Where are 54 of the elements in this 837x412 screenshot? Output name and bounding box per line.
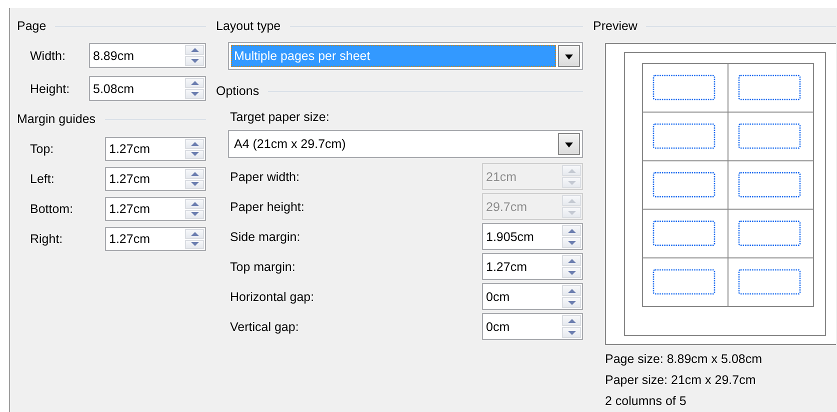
field-label: Vertical gap: xyxy=(229,320,299,334)
spin-down-button[interactable] xyxy=(562,297,581,308)
spin-down-button[interactable] xyxy=(185,56,204,66)
spin-down-button[interactable] xyxy=(185,150,204,159)
field-label: Paper height: xyxy=(229,200,304,214)
spin-up-button[interactable] xyxy=(185,78,204,88)
field-label: Side margin: xyxy=(229,230,300,244)
number-field[interactable]: 1.27cm xyxy=(105,197,206,221)
field-label: Height: xyxy=(29,82,70,96)
spin-up-button[interactable] xyxy=(185,199,204,208)
field-label: Right: xyxy=(29,232,63,246)
number-field[interactable]: 1.27cm xyxy=(482,253,583,280)
spin-up-button[interactable] xyxy=(562,225,581,236)
number-field[interactable]: 1.905cm xyxy=(482,223,583,250)
spin-down-button[interactable] xyxy=(562,237,581,248)
number-field[interactable]: 1.27cm xyxy=(105,227,206,251)
spin-up-button[interactable] xyxy=(185,45,204,55)
number-field[interactable]: 5.08cm xyxy=(89,76,206,101)
section-heading: Options xyxy=(216,84,260,98)
number-field[interactable]: 1.27cm xyxy=(105,167,206,191)
number-field[interactable]: 0cm xyxy=(482,283,583,310)
spin-down-button[interactable] xyxy=(185,240,204,249)
spin-up-button[interactable] xyxy=(185,229,204,238)
dropdown-button[interactable] xyxy=(558,133,580,155)
field-label: Horizontal gap: xyxy=(229,290,314,304)
preview-info-text: 2 columns of 5 xyxy=(605,393,688,410)
spin-up-button[interactable] xyxy=(185,169,204,178)
section-heading: Margin guides xyxy=(17,112,96,126)
field-label: Target paper size: xyxy=(230,109,330,126)
spin-down-button[interactable] xyxy=(185,89,204,99)
number-field[interactable]: 0cm xyxy=(482,313,583,340)
dropdown-button[interactable] xyxy=(558,45,580,67)
spin-up-button[interactable] xyxy=(562,255,581,266)
field-label: Width: xyxy=(29,48,66,62)
spin-down-button[interactable] xyxy=(562,267,581,278)
section-heading: Preview xyxy=(593,19,638,33)
spin-up-button[interactable] xyxy=(562,315,581,326)
field-label: Top margin: xyxy=(229,260,296,274)
dropdown[interactable]: A4 (21cm x 29.7cm) xyxy=(228,130,583,158)
spin-down-button[interactable] xyxy=(185,210,204,219)
preview-info-text: Paper size: 21cm x 29.7cm xyxy=(605,372,757,389)
number-field[interactable]: 1.27cm xyxy=(105,137,206,161)
spin-up-button[interactable] xyxy=(185,139,204,148)
field-label: Bottom: xyxy=(29,202,74,216)
preview-info-text: Page size: 8.89cm x 5.08cm xyxy=(605,351,764,368)
section-heading: Layout type xyxy=(216,19,281,33)
field-label: Left: xyxy=(29,172,54,186)
field-label: Top: xyxy=(29,142,54,156)
spin-up-button[interactable] xyxy=(562,285,581,296)
spin-down-button[interactable] xyxy=(562,327,581,338)
section-heading: Page xyxy=(17,19,46,33)
number-field[interactable]: 8.89cm xyxy=(89,43,206,68)
spin-down-button[interactable] xyxy=(185,180,204,189)
field-label: Paper width: xyxy=(229,170,300,184)
